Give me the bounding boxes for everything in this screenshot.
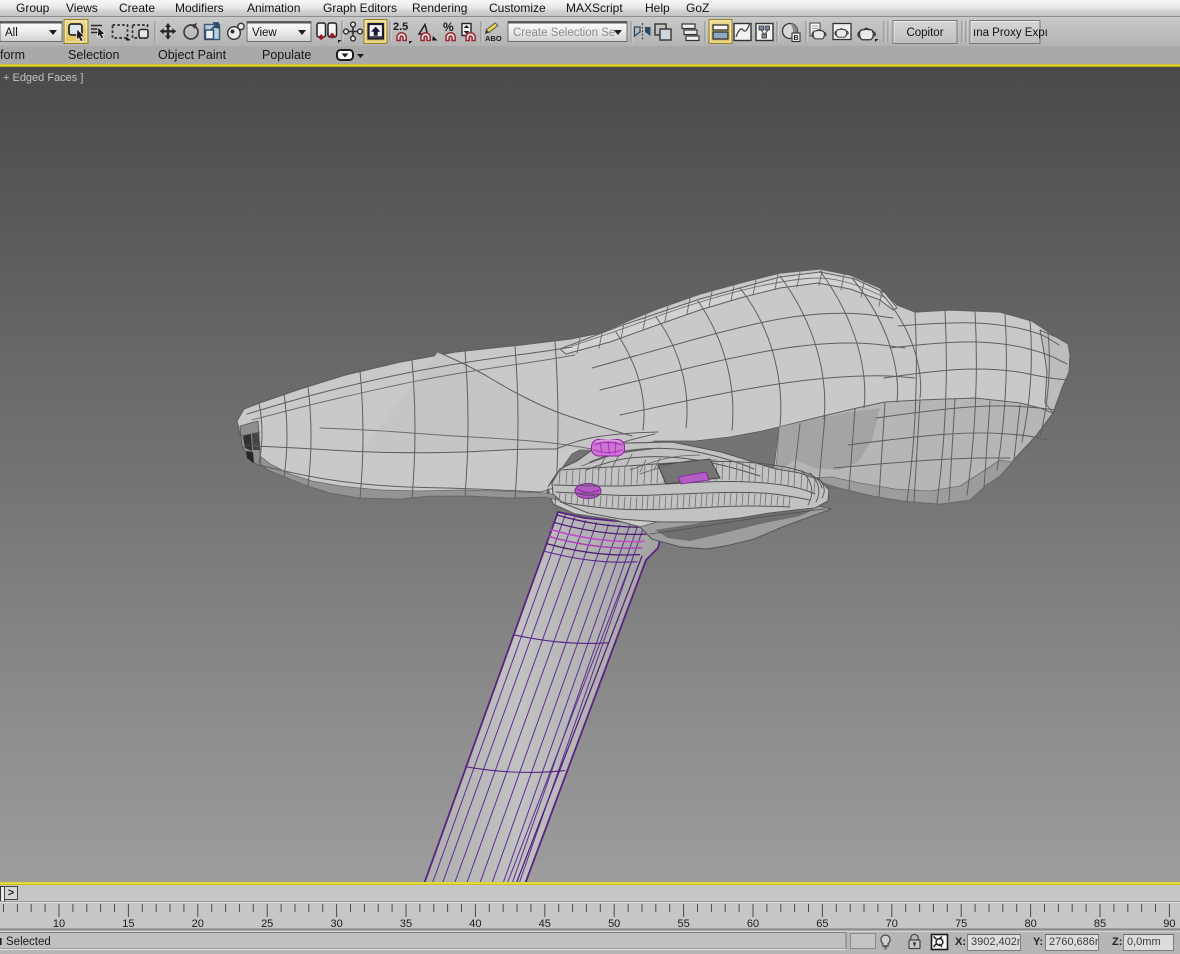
svg-text:2.5: 2.5 (393, 21, 408, 33)
svg-text:Create Selection Se: Create Selection Se (513, 27, 615, 39)
svg-text:%: % (443, 20, 454, 34)
svg-text:ABO: ABO (485, 34, 502, 43)
svg-text:View: View (252, 27, 277, 39)
svg-text:B: B (794, 35, 799, 42)
svg-text:All: All (5, 27, 18, 39)
svg-text:Copitor: Copitor (906, 27, 943, 39)
svg-text:ına Proxy Expı: ına Proxy Expı (973, 27, 1048, 39)
